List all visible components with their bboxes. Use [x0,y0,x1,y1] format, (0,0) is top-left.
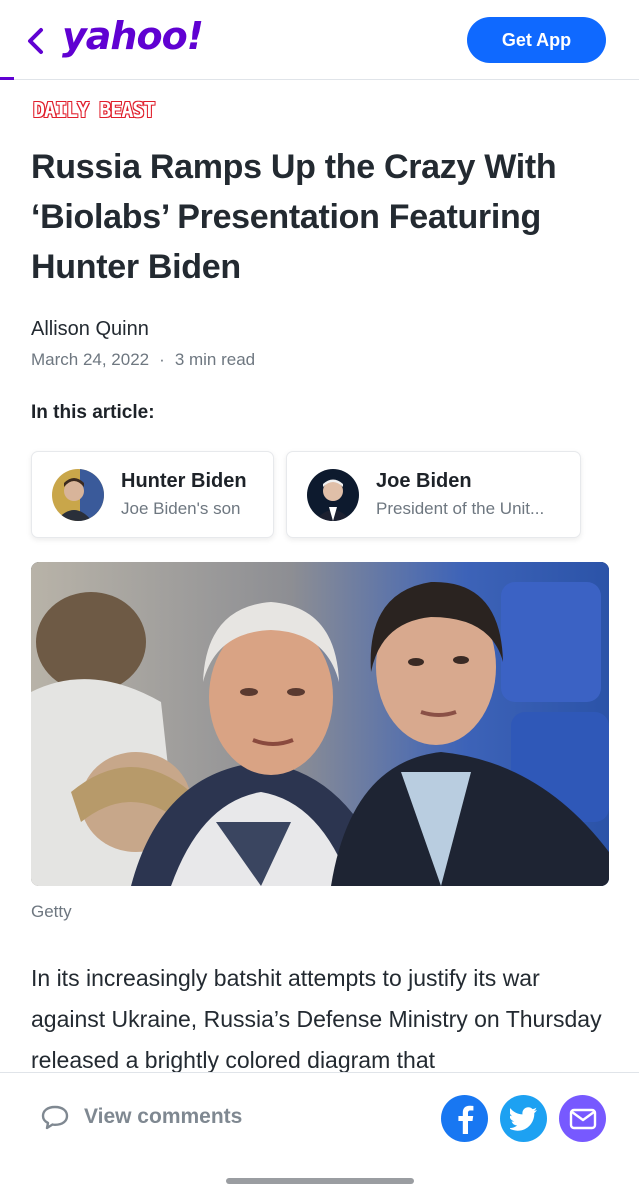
share-facebook-button[interactable] [441,1095,488,1142]
yahoo-logo[interactable]: yahoo! [62,14,204,58]
separator-dot: · [159,350,165,369]
avatar [52,468,104,521]
publish-date: March 24, 2022 [31,350,150,369]
view-comments-label: View comments [84,1105,243,1128]
comment-bubble-icon [41,1105,69,1130]
mail-icon [569,1108,596,1129]
source-logo[interactable]: DAILY BEAST [33,98,155,122]
get-app-button[interactable]: Get App [467,17,606,63]
reading-progress-bar [0,77,14,80]
entity-name: Joe Biden [376,470,472,492]
view-comments-button[interactable]: View comments [40,1104,242,1130]
article-meta: March 24, 2022 · 3 min read [31,350,255,370]
entity-name: Hunter Biden [121,470,247,492]
top-navigation-bar: yahoo! Get App [0,0,639,80]
avatar [307,468,359,521]
back-button[interactable] [20,24,50,58]
article-body-paragraph: In its increasingly batshit attempts to … [31,965,602,1073]
twitter-icon [509,1106,537,1131]
chevron-left-icon [28,28,43,54]
share-twitter-button[interactable] [500,1095,547,1142]
share-mail-button[interactable] [559,1095,606,1142]
bottom-action-bar: View comments [0,1072,639,1165]
entity-description: Joe Biden's son [121,499,241,518]
entity-card-hunter-biden[interactable]: Hunter Biden Joe Biden's son [31,451,274,538]
article-image[interactable] [31,562,609,886]
author-name: Allison Quinn [31,318,149,340]
facebook-icon [457,1105,473,1134]
read-time: 3 min read [174,350,256,369]
entity-description: President of the Unit... [376,499,545,518]
article-headline: Russia Ramps Up the Crazy With ‘Biolabs’… [31,148,557,286]
in-this-article-heading: In this article: [31,402,155,423]
entity-card-joe-biden[interactable]: Joe Biden President of the Unit... [286,451,581,538]
home-indicator [226,1178,414,1184]
image-caption: Getty [31,902,72,921]
